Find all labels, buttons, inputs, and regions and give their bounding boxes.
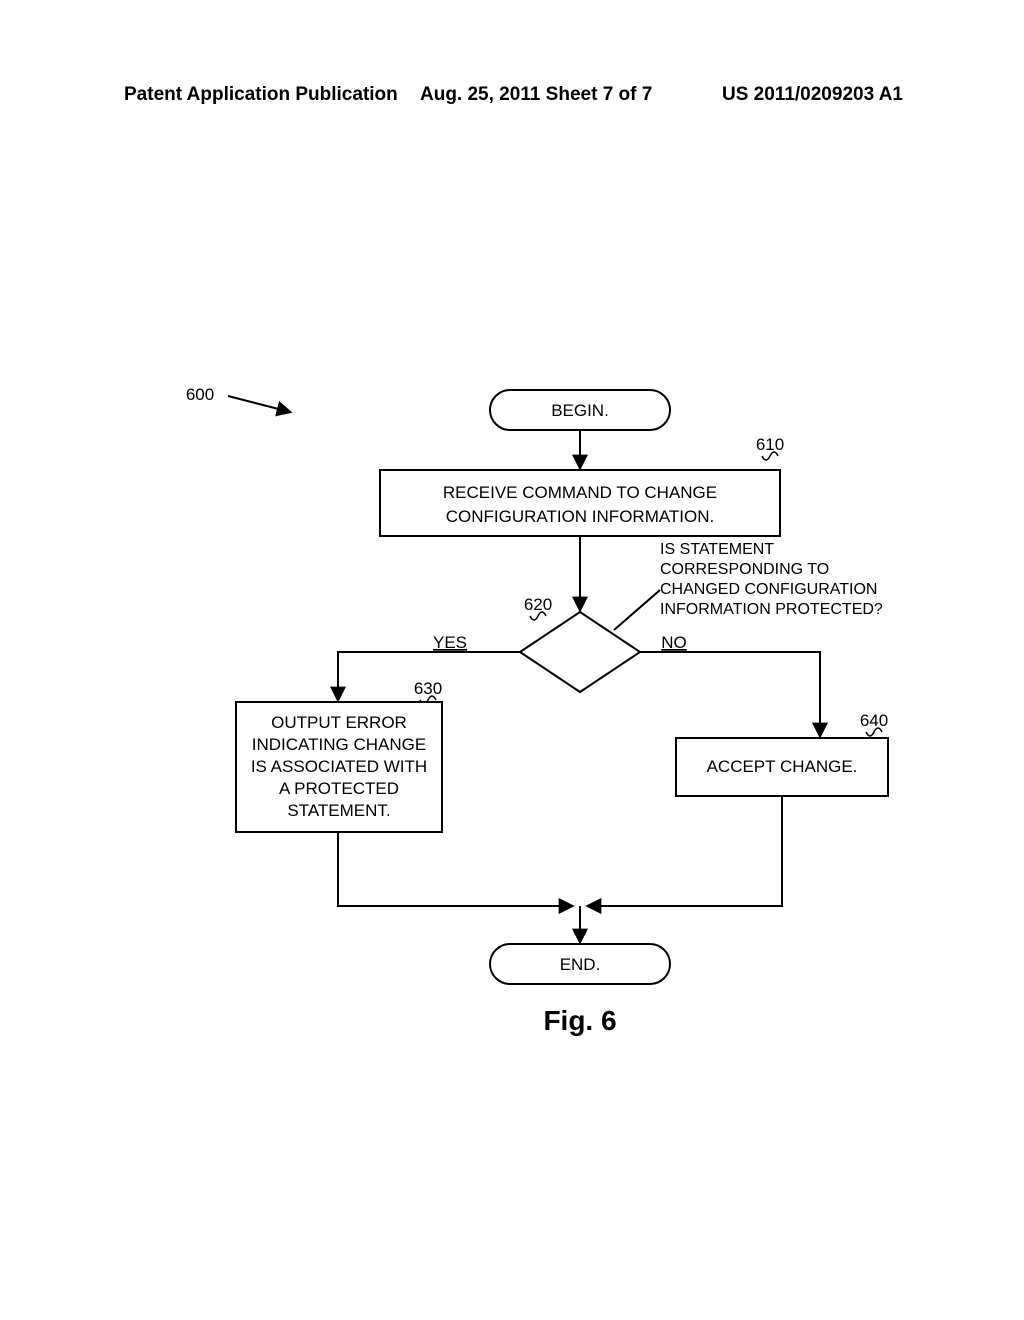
process-610-line1: RECEIVE COMMAND TO CHANGE <box>443 483 717 502</box>
flowchart-figure: 600 BEGIN. 610 RECEIVE COMMAND TO CHANGE… <box>0 0 1024 1320</box>
decision-620-callout-3: CHANGED CONFIGURATION <box>660 581 877 598</box>
process-640-line1: ACCEPT CHANGE. <box>707 757 858 776</box>
process-630-line3: IS ASSOCIATED WITH <box>251 757 427 776</box>
decision-620-callout-4: INFORMATION PROTECTED? <box>660 601 883 618</box>
figure-caption: Fig. 6 <box>543 1005 616 1036</box>
process-630-line4: A PROTECTED <box>279 779 399 798</box>
branch-yes-label: YES <box>433 633 467 652</box>
decision-620-callout-1: IS STATEMENT <box>660 541 774 558</box>
ref-600: 600 <box>186 385 214 404</box>
ref-630: 630 <box>414 679 442 698</box>
ref-620: 620 <box>524 595 552 614</box>
terminal-end-label: END. <box>560 955 601 974</box>
process-630-line2: INDICATING CHANGE <box>252 735 426 754</box>
branch-no-label: NO <box>661 633 687 652</box>
arrow-620-no-to-640 <box>640 652 820 736</box>
decision-620-callout-2: CORRESPONDING TO <box>660 561 829 578</box>
ref-610: 610 <box>756 435 784 454</box>
process-610-line2: CONFIGURATION INFORMATION. <box>446 507 715 526</box>
process-630-line1: OUTPUT ERROR <box>271 713 407 732</box>
terminal-begin-label: BEGIN. <box>551 401 609 420</box>
decision-620-callout-leader <box>614 590 660 630</box>
process-610 <box>380 470 780 536</box>
ref-640: 640 <box>860 711 888 730</box>
process-630-line5: STATEMENT. <box>287 801 390 820</box>
ref-600-leader <box>228 396 290 412</box>
arrow-640-to-merge <box>588 796 782 906</box>
arrow-630-to-merge <box>338 832 572 906</box>
